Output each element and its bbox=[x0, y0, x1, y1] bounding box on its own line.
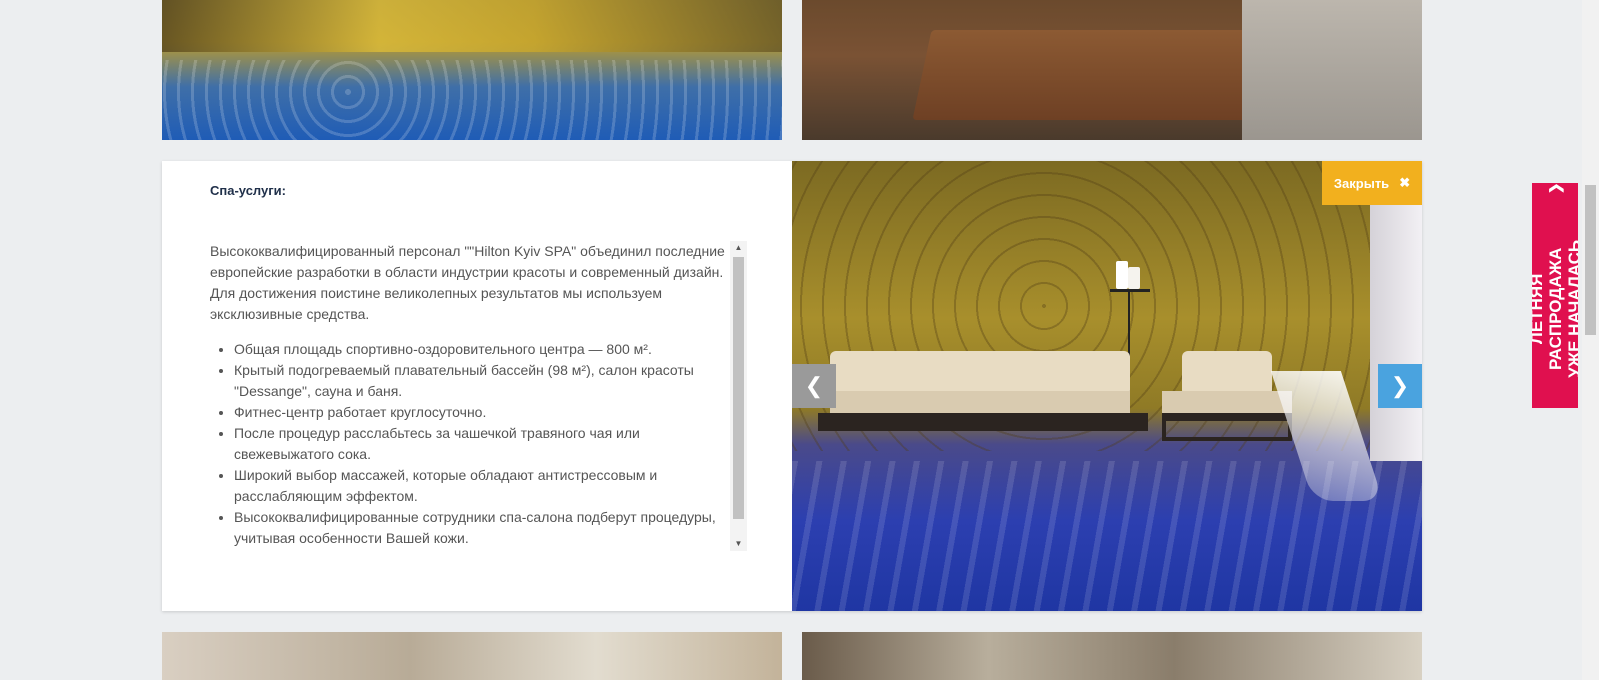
scroll-up-arrow-icon[interactable]: ▲ bbox=[730, 241, 747, 255]
description-scrollbar[interactable]: ▲ ▼ bbox=[730, 241, 747, 551]
next-slide-button[interactable]: ❯ bbox=[1378, 364, 1422, 408]
scroll-down-arrow-icon[interactable]: ▼ bbox=[730, 537, 747, 551]
chevron-up-icon: ❯ bbox=[1546, 183, 1563, 195]
spa-features-list: Общая площадь спортивно-оздоровительного… bbox=[210, 339, 726, 549]
sale-tab-line1: ЛЕТНЯЯ РАСПРОДАЖА bbox=[1532, 247, 1565, 371]
page-scrollbar[interactable] bbox=[1582, 0, 1599, 680]
pillar bbox=[1370, 161, 1422, 461]
chevron-left-icon: ❮ bbox=[804, 373, 824, 398]
spa-text-column: Спа-услуги: Высококвалифицированный перс… bbox=[162, 161, 792, 611]
list-item: Фитнес-центр работает круглосуточно. bbox=[234, 402, 726, 423]
spa-intro-text: Высококвалифицированный персонал ""Hilto… bbox=[210, 243, 725, 322]
spa-description-scroll[interactable]: Высококвалифицированный персонал ""Hilto… bbox=[210, 241, 726, 551]
list-item: Широкий выбор массажей, которые обладают… bbox=[234, 465, 726, 507]
lounge-sofa bbox=[818, 351, 1148, 431]
list-item: Крытый подогреваемый плавательный бассей… bbox=[234, 360, 726, 402]
lobby-thumbnail[interactable] bbox=[162, 632, 782, 680]
close-button[interactable]: Закрыть ✖ bbox=[1322, 161, 1422, 205]
close-label: Закрыть bbox=[1333, 175, 1390, 191]
close-icon: ✖ bbox=[1399, 175, 1411, 190]
pool-thumbnail[interactable] bbox=[162, 0, 782, 140]
list-item: Высококвалифицированные сотрудники спа-с… bbox=[234, 507, 726, 549]
atrium-thumbnail[interactable] bbox=[802, 632, 1422, 680]
prev-slide-button[interactable]: ❮ bbox=[792, 364, 836, 408]
pool-water bbox=[792, 461, 1422, 611]
summer-sale-tab[interactable]: ЛЕТНЯЯ РАСПРОДАЖА УЖЕ НАЧАЛАСЬ ❯ bbox=[1532, 183, 1578, 408]
page-scrollbar-thumb[interactable] bbox=[1585, 185, 1596, 335]
list-item: Общая площадь спортивно-оздоровительного… bbox=[234, 339, 726, 360]
restaurant-thumbnail[interactable] bbox=[802, 0, 1422, 140]
scrollbar-thumb[interactable] bbox=[733, 257, 744, 519]
spa-photo bbox=[792, 161, 1422, 611]
sale-tab-line2: УЖЕ НАЧАЛАСЬ bbox=[1564, 239, 1579, 378]
spa-heading: Спа-услуги: bbox=[210, 183, 286, 198]
chevron-right-icon: ❯ bbox=[1390, 373, 1410, 398]
lounge-chair bbox=[1162, 351, 1292, 441]
list-item: После процедур расслабьтесь за чашечкой … bbox=[234, 423, 726, 465]
